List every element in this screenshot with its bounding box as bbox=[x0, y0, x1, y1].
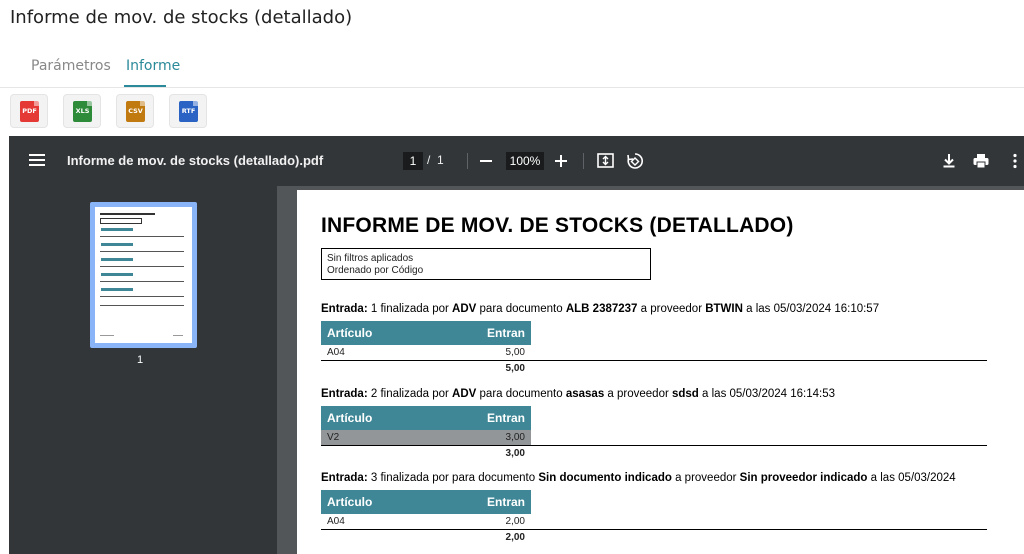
zoom-out-icon[interactable] bbox=[480, 160, 492, 162]
toolbar-divider bbox=[467, 153, 468, 169]
tab-parametros[interactable]: Parámetros bbox=[31, 58, 111, 74]
export-pdf-button[interactable]: PDF bbox=[10, 94, 48, 128]
rtf-file-icon: RTF bbox=[179, 101, 198, 122]
thumbnail-page-number: 1 bbox=[137, 354, 144, 366]
xls-file-icon: XLS bbox=[73, 101, 92, 122]
page-thumbnail[interactable] bbox=[90, 202, 197, 348]
filters-box: Sin filtros aplicados Ordenado por Códig… bbox=[321, 248, 651, 280]
stock-entry: Entrada: 1 finalizada por ADV para docum… bbox=[321, 303, 987, 374]
export-csv-button[interactable]: CSV bbox=[116, 94, 154, 128]
export-xls-button[interactable]: XLS bbox=[63, 94, 101, 128]
download-icon[interactable] bbox=[939, 151, 959, 171]
more-options-icon[interactable] bbox=[1005, 151, 1024, 171]
csv-file-icon: CSV bbox=[126, 101, 145, 122]
table-row: A04 5,00 bbox=[327, 347, 525, 358]
sort-line: Ordenado por Código bbox=[327, 265, 424, 276]
table-divider bbox=[321, 360, 987, 361]
pdf-file-name: Informe de mov. de stocks (detallado).pd… bbox=[67, 153, 324, 168]
thumbnail-page-preview bbox=[95, 207, 192, 343]
toolbar-divider bbox=[583, 153, 584, 169]
page-number-input[interactable]: 1 bbox=[403, 152, 423, 170]
table-header: Artículo Entran bbox=[321, 406, 531, 430]
print-icon[interactable] bbox=[971, 151, 991, 171]
tab-bar: Parámetros Informe bbox=[0, 54, 1024, 88]
pdf-page: INFORME DE MOV. DE STOCKS (DETALLADO) Si… bbox=[297, 190, 1024, 554]
table-row: V2 3,00 bbox=[321, 430, 531, 445]
thumbnail-sidebar: 1 bbox=[9, 186, 277, 554]
page-count: / 1 bbox=[427, 153, 444, 167]
rotate-icon[interactable] bbox=[625, 151, 645, 171]
menu-icon[interactable] bbox=[29, 154, 45, 168]
entry-header: Entrada: 1 finalizada por ADV para docum… bbox=[321, 303, 880, 315]
export-rtf-button[interactable]: RTF bbox=[169, 94, 207, 128]
zoom-level-input[interactable]: 100% bbox=[506, 152, 544, 170]
pdf-viewer: Informe de mov. de stocks (detallado).pd… bbox=[9, 136, 1024, 554]
active-tab-indicator bbox=[124, 85, 166, 87]
pdf-toolbar: Informe de mov. de stocks (detallado).pd… bbox=[9, 136, 1024, 186]
fit-to-page-icon[interactable] bbox=[596, 151, 616, 171]
page-title: Informe de mov. de stocks (detallado) bbox=[10, 7, 353, 28]
stock-entry: Entrada: 2 finalizada por ADV para docum… bbox=[321, 388, 987, 459]
entry-header: Entrada: 2 finalizada por ADV para docum… bbox=[321, 388, 836, 400]
table-header: Artículo Entran bbox=[321, 490, 531, 514]
report-title: INFORME DE MOV. DE STOCKS (DETALLADO) bbox=[321, 214, 794, 237]
table-header: Artículo Entran bbox=[321, 321, 531, 345]
stock-entry: Entrada: 3 finalizada por para documento… bbox=[321, 472, 987, 543]
entry-header: Entrada: 3 finalizada por para documento… bbox=[321, 472, 956, 484]
zoom-in-icon[interactable] bbox=[555, 154, 569, 168]
table-divider bbox=[321, 445, 987, 446]
pdf-file-icon: PDF bbox=[20, 101, 39, 122]
tab-informe[interactable]: Informe bbox=[126, 58, 180, 74]
filters-line: Sin filtros aplicados bbox=[327, 253, 414, 264]
table-divider bbox=[321, 529, 987, 530]
table-row: A04 2,00 bbox=[327, 516, 525, 527]
